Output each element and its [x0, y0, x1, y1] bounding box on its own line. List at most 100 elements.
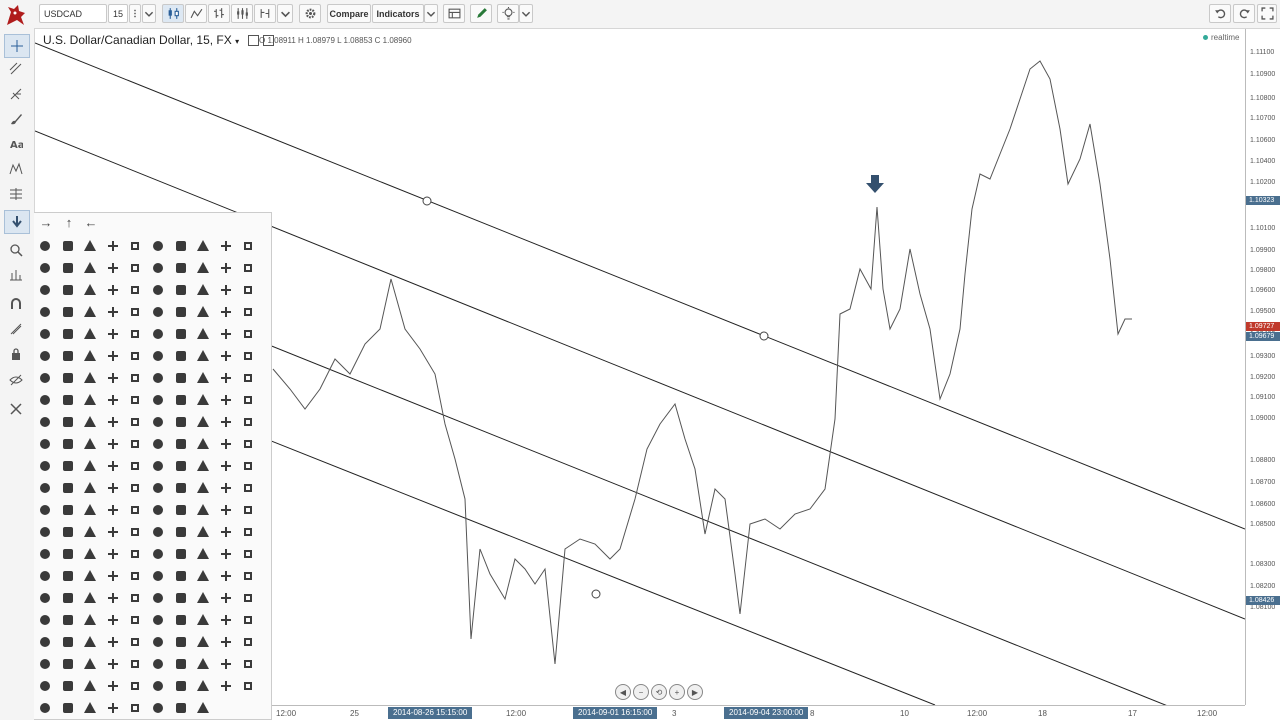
- bars-icon[interactable]: [174, 635, 188, 649]
- calendar-icon[interactable]: [196, 481, 210, 495]
- cloud-icon[interactable]: [241, 613, 255, 627]
- tasks-icon[interactable]: [106, 613, 120, 627]
- map-marker-icon[interactable]: [151, 393, 165, 407]
- fast-forward-icon[interactable]: [241, 415, 255, 429]
- external-link-icon[interactable]: [106, 547, 120, 561]
- bold-icon[interactable]: [83, 371, 97, 385]
- twitter2-icon[interactable]: [106, 569, 120, 583]
- caret-left-icon[interactable]: [61, 679, 75, 693]
- pencil-icon[interactable]: [470, 4, 492, 23]
- reset-button[interactable]: ⟲: [651, 684, 667, 700]
- tag-icon[interactable]: [151, 349, 165, 363]
- hand-right-icon[interactable]: [106, 591, 120, 605]
- bell-icon[interactable]: [61, 591, 75, 605]
- close-icon[interactable]: [38, 305, 52, 319]
- info-circle-icon[interactable]: [241, 437, 255, 451]
- price-axis[interactable]: 1.11100 1.10900 1.10800 1.10700 1.10600 1.104…: [1245, 29, 1280, 705]
- arrow-down-icon[interactable]: [4, 210, 30, 234]
- line-style-icon[interactable]: [185, 4, 207, 23]
- hand-down-icon[interactable]: [174, 591, 188, 605]
- list-ul-icon[interactable]: [196, 635, 210, 649]
- square-icon[interactable]: [151, 635, 165, 649]
- yen-icon[interactable]: [128, 261, 142, 275]
- folder-open-icon[interactable]: [174, 503, 188, 517]
- align-left-icon[interactable]: [174, 371, 188, 385]
- pinterest-sq-icon[interactable]: [151, 657, 165, 671]
- scroll-left-button[interactable]: ◀: [615, 684, 631, 700]
- file-icon[interactable]: [219, 305, 233, 319]
- pitchfork-icon[interactable]: [4, 83, 28, 105]
- gears-icon[interactable]: [128, 525, 142, 539]
- chevron-up-icon[interactable]: [61, 503, 75, 517]
- gavel-icon[interactable]: [38, 701, 52, 715]
- indicators-button[interactable]: Indicators: [372, 4, 424, 23]
- sort-down-icon[interactable]: [151, 679, 165, 693]
- tags-icon[interactable]: [174, 349, 188, 363]
- envelope-icon[interactable]: [61, 283, 75, 297]
- plus-icon[interactable]: [174, 459, 188, 473]
- compress-icon[interactable]: [151, 459, 165, 473]
- paste-icon[interactable]: [196, 701, 210, 715]
- caret-right-icon[interactable]: [83, 679, 97, 693]
- repeat-icon[interactable]: [151, 327, 165, 341]
- volume-up-icon[interactable]: [83, 349, 97, 363]
- align-right-icon[interactable]: [219, 371, 233, 385]
- arrow-left-icon[interactable]: [38, 239, 52, 253]
- picture-icon[interactable]: [106, 393, 120, 407]
- area-style-icon[interactable]: [254, 4, 276, 23]
- copy-icon[interactable]: [83, 635, 97, 649]
- times-circle-icon[interactable]: [174, 437, 188, 451]
- github2-icon[interactable]: [151, 569, 165, 583]
- facebook-icon[interactable]: [61, 525, 75, 539]
- text-tool-icon[interactable]: Aa: [4, 133, 28, 155]
- heikin-ashi-icon[interactable]: [231, 4, 253, 23]
- envelope-alt-icon[interactable]: [196, 679, 210, 693]
- chart-legend-title[interactable]: U.S. Dollar/Canadian Dollar, 15, FX ▾: [43, 33, 274, 47]
- zoom-in-button[interactable]: +: [669, 684, 685, 700]
- scroll-right-button[interactable]: ▶: [687, 684, 703, 700]
- thumbs-o-down-icon[interactable]: [196, 525, 210, 539]
- google-plus-sq-icon[interactable]: [174, 657, 188, 671]
- edit-icon[interactable]: [219, 393, 233, 407]
- thumbs-o-up-icon[interactable]: [174, 525, 188, 539]
- pause-icon[interactable]: [174, 415, 188, 429]
- volume-off-icon[interactable]: [38, 349, 52, 363]
- link-icon[interactable]: [219, 613, 233, 627]
- fast-backward-icon[interactable]: [106, 415, 120, 429]
- minus-circle-icon[interactable]: [151, 437, 165, 451]
- globe-icon[interactable]: [61, 613, 75, 627]
- ban-icon[interactable]: [61, 459, 75, 473]
- github-icon[interactable]: [174, 547, 188, 561]
- music-icon[interactable]: [241, 261, 255, 275]
- pattern-icon[interactable]: [4, 158, 28, 180]
- phone-square-icon[interactable]: [83, 569, 97, 583]
- check-square-icon[interactable]: [38, 415, 52, 429]
- print-icon[interactable]: [241, 349, 255, 363]
- film-icon[interactable]: [174, 283, 188, 297]
- video-icon[interactable]: [83, 393, 97, 407]
- comment-icon[interactable]: [241, 481, 255, 495]
- hand-up-icon[interactable]: [151, 591, 165, 605]
- search-icon[interactable]: [38, 283, 52, 297]
- undo-icon[interactable]: [241, 679, 255, 693]
- certificate-icon[interactable]: [83, 591, 97, 605]
- exclamation-circle-icon[interactable]: [241, 459, 255, 473]
- compare-button[interactable]: Compare: [327, 4, 371, 23]
- strikethrough-icon[interactable]: [241, 635, 255, 649]
- indent-icon[interactable]: [61, 393, 75, 407]
- random-icon[interactable]: [219, 481, 233, 495]
- money-icon[interactable]: [219, 657, 233, 671]
- plus-circle-icon[interactable]: [128, 437, 142, 451]
- heart-icon[interactable]: [83, 283, 97, 297]
- user-icon[interactable]: [151, 283, 165, 297]
- arrow-down-marker[interactable]: [866, 175, 884, 193]
- comments-o-icon[interactable]: [106, 701, 120, 715]
- chevron-left-icon[interactable]: [83, 437, 97, 451]
- interval-input[interactable]: 15: [108, 4, 128, 23]
- list-icon[interactable]: [219, 283, 233, 297]
- magnet-icon[interactable]: [4, 293, 28, 315]
- expand-icon[interactable]: [128, 459, 142, 473]
- sort-icon[interactable]: [128, 679, 142, 693]
- shopping-cart-icon[interactable]: [128, 503, 142, 517]
- align-center-icon[interactable]: [196, 371, 210, 385]
